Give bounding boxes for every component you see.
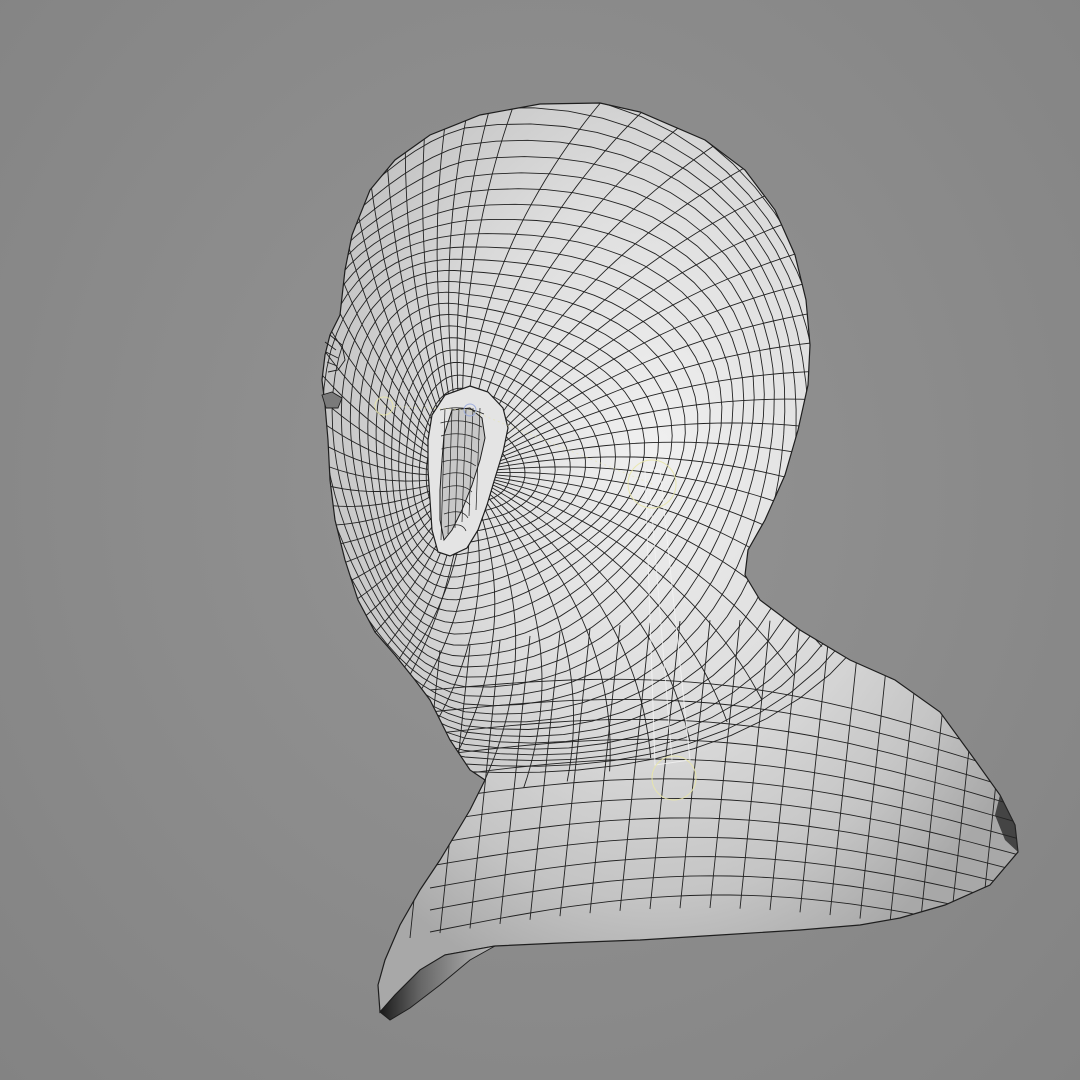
- head-surface[interactable]: [321, 102, 1019, 1014]
- 3d-viewport[interactable]: [0, 0, 1080, 1080]
- mesh-scene[interactable]: [0, 0, 1080, 1080]
